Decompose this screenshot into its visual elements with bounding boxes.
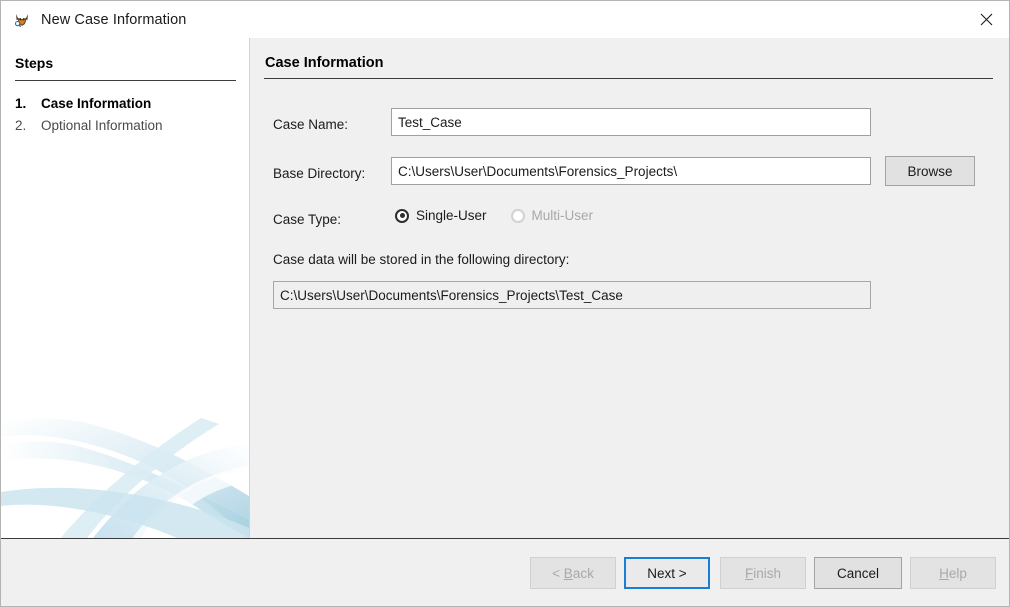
help-button-label: Help — [939, 565, 967, 581]
dialog-body: Steps 1. Case Information 2. Optional In… — [1, 38, 1009, 538]
step-item-optional-information: 2. Optional Information — [15, 115, 241, 137]
page-title: Case Information — [265, 55, 384, 71]
step-number: 2. — [15, 118, 27, 133]
radio-multi-user: Multi-User — [510, 208, 594, 223]
window-title: New Case Information — [41, 11, 187, 28]
case-type-label: Case Type: — [273, 212, 342, 227]
steps-divider — [15, 80, 236, 81]
new-case-information-dialog: New Case Information Steps 1. Case Infor… — [0, 0, 1010, 607]
radio-mark-icon — [395, 208, 409, 223]
page-title-divider — [264, 78, 993, 79]
next-button-label: Next > — [647, 565, 687, 581]
base-directory-input[interactable] — [391, 157, 871, 185]
back-button-label: < Back — [552, 565, 594, 581]
case-name-input[interactable] — [391, 108, 871, 136]
radio-mark-icon — [510, 208, 525, 223]
steps-panel: Steps 1. Case Information 2. Optional In… — [1, 38, 249, 538]
cancel-button-label: Cancel — [836, 565, 880, 581]
cancel-button[interactable]: Cancel — [814, 557, 902, 589]
next-button[interactable]: Next > — [624, 557, 710, 589]
browse-button[interactable]: Browse — [885, 156, 975, 186]
radio-single-user[interactable]: Single-User — [395, 208, 487, 223]
steps-heading: Steps — [15, 55, 54, 71]
case-type-radio-group: Single-User Multi-User — [395, 208, 617, 223]
decorative-swoosh-graphic — [1, 418, 249, 538]
storage-directory-hint: Case data will be stored in the followin… — [273, 252, 570, 267]
close-icon[interactable] — [963, 1, 1009, 38]
steps-list: 1. Case Information 2. Optional Informat… — [15, 93, 241, 137]
radio-single-user-label: Single-User — [416, 208, 487, 223]
step-label: Case Information — [41, 96, 152, 111]
finish-button-label: Finish — [744, 565, 781, 581]
step-number: 1. — [15, 96, 27, 111]
back-button: < Back — [530, 557, 616, 589]
title-bar: New Case Information — [1, 1, 1009, 38]
base-directory-label: Base Directory: — [273, 166, 366, 181]
autopsy-logo-icon — [13, 11, 31, 29]
case-information-panel: Case Information Case Name: Base Directo… — [249, 38, 1009, 538]
case-name-label: Case Name: — [273, 117, 349, 132]
finish-button: Finish — [720, 557, 806, 589]
wizard-button-bar: < Back Next > Finish Cancel Help — [1, 538, 1009, 606]
step-label: Optional Information — [41, 118, 163, 133]
radio-multi-user-label: Multi-User — [531, 208, 594, 223]
help-button: Help — [910, 557, 996, 589]
storage-path-field — [273, 281, 871, 309]
step-item-case-information: 1. Case Information — [15, 93, 241, 115]
